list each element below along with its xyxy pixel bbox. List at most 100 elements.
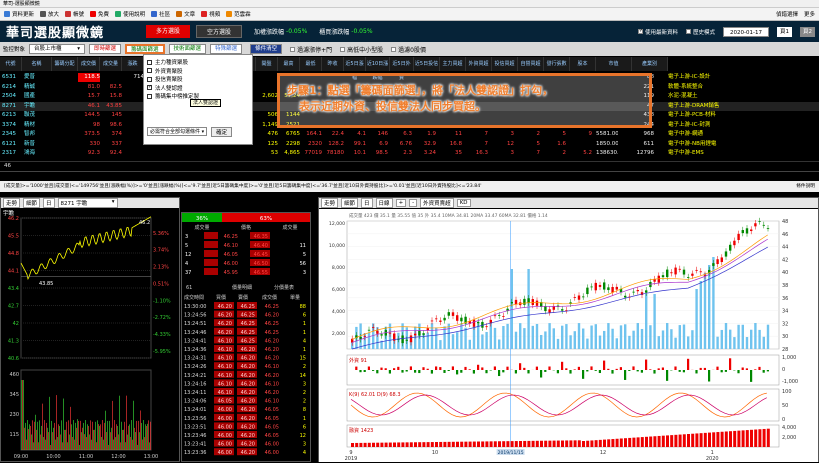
grid-header[interactable]: 代號 — [0, 57, 22, 71]
more-button[interactable]: 更多 — [804, 10, 815, 18]
table-row[interactable]: 6121新普33033712522982320128.299.16.96.763… — [0, 140, 819, 149]
match-mode-select[interactable]: 必需符合全部勾選條件 ▾ — [147, 127, 207, 136]
toolbar-label: 視頻 — [209, 10, 220, 18]
chip-filter-button[interactable]: 籌碼面篩選 — [125, 44, 165, 54]
kline-tab-day[interactable]: 日 — [361, 198, 373, 208]
grid-header[interactable]: 發行張數 — [544, 57, 570, 71]
grid-header[interactable]: 開盤 — [256, 57, 278, 71]
tick-price: 46.00 — [265, 442, 279, 448]
intraday-chart[interactable]: 46.245.544.844.143.442.74241.340.65.36%3… — [1, 210, 179, 462]
checkbox[interactable] — [147, 60, 152, 65]
grid-header[interactable]: 自營買超 — [518, 57, 544, 71]
tech-filter-button[interactable]: 技術面篩選 — [169, 44, 207, 54]
row-cell: 6.9 — [366, 140, 388, 149]
table-row[interactable]: 2345智邦373.53744766765164.122.44.11466.31… — [0, 130, 819, 139]
kline-period-select[interactable]: 日線 — [376, 198, 393, 208]
candle-body — [389, 333, 391, 334]
date-field[interactable]: 2020-01-17 — [723, 27, 769, 37]
table-row[interactable]: 2317鴻海92.392.4534,865770197818010.198.52… — [0, 149, 819, 158]
margin-bar — [490, 441, 493, 447]
candle-body — [372, 327, 374, 328]
filter-zero-checkbox[interactable]: 過濾0股價 — [391, 45, 426, 54]
tick-time: 13:24:41 — [184, 338, 206, 344]
tick-time: 13:24:36 — [184, 347, 206, 353]
clear-conditions-button[interactable]: 條件清空 — [250, 44, 282, 54]
margin-bar — [750, 430, 753, 447]
tick-bid: 46.20 — [218, 321, 232, 327]
volume-bar — [62, 442, 63, 450]
toolbar-home[interactable]: 資料更新 — [4, 10, 34, 18]
grid-header[interactable]: 近5日漲幅 — [344, 57, 366, 71]
filter-size-checkbox[interactable]: 高低中小型股 — [340, 45, 383, 54]
grid-header[interactable]: 外資買超 — [466, 57, 492, 71]
grid-header[interactable]: 籌碼分配 — [52, 57, 78, 71]
checkbox[interactable] — [147, 94, 152, 99]
grid-header[interactable]: 近5日投信 — [414, 57, 440, 71]
grid-header[interactable]: 漲跌 — [122, 57, 144, 71]
toolbar-forum[interactable]: 社區 — [151, 10, 170, 18]
volume-bar — [565, 324, 567, 349]
grid-header[interactable]: 股本 — [570, 57, 596, 71]
toolbar-zoom[interactable]: 放大 — [40, 10, 59, 18]
kline-indicator-select[interactable]: KD — [457, 199, 471, 207]
grid-header[interactable]: 最高 — [278, 57, 300, 71]
grid-header[interactable]: 昨收 — [322, 57, 344, 71]
margin-bar — [469, 442, 472, 447]
settings-button[interactable]: 偵錯選擇 — [776, 10, 798, 18]
toolbar-free[interactable]: 免費 — [90, 10, 109, 18]
special-filter-button[interactable]: 特殊篩選 — [210, 44, 242, 54]
intraday-tab-2[interactable]: 細節 — [23, 198, 40, 208]
grid-header[interactable]: 近10日漲跌幅 — [366, 57, 390, 71]
kline-tab-minus[interactable]: - — [409, 199, 417, 207]
page1-tab[interactable]: 頁1 — [777, 27, 792, 37]
long-select-button[interactable]: 多方選股 — [146, 25, 190, 38]
page2-tab[interactable]: 頁2 — [800, 27, 815, 37]
ok-button[interactable]: 確定 — [211, 127, 232, 137]
dropdown-item[interactable]: 法人雙認證 — [147, 84, 249, 93]
grid-header[interactable]: 成交量 — [100, 57, 122, 71]
kline-tab-trend[interactable]: 走勢 — [321, 198, 338, 208]
filter-limit-checkbox[interactable]: 過濾漲停+門 — [290, 45, 332, 54]
dropdown-item[interactable]: 投信賣聚股 — [147, 75, 249, 84]
intraday-tab-1[interactable]: 走勢 — [3, 198, 20, 208]
condition-help-link[interactable]: 條件說明 — [796, 181, 815, 192]
instant-filter-button[interactable]: 即時篩選 — [89, 44, 121, 54]
toolbar-help[interactable]: 使用說明 — [115, 10, 145, 18]
kline-tab-plus[interactable]: + — [396, 199, 407, 207]
grid-header[interactable]: 市值 — [596, 57, 632, 71]
short-select-button[interactable]: 空方選股 — [196, 25, 242, 38]
kline-mode-select[interactable]: 外資買賣超 — [420, 198, 454, 208]
grid-header[interactable]: 產業別 — [632, 57, 668, 71]
toolbar-vip[interactable]: 范雲霖 — [226, 10, 251, 18]
volume-bar — [729, 330, 731, 349]
grid-header[interactable]: 近5日外資 — [390, 57, 414, 71]
intraday-stock-select[interactable]: 8271 宇瞻▾ — [58, 198, 118, 208]
kline-tab-detail[interactable]: 細節 — [341, 198, 358, 208]
history-mode-checkbox[interactable]: 歷史模式 — [686, 28, 715, 36]
latest-data-checkbox[interactable]: 使用最新資料 — [638, 28, 678, 36]
checkbox[interactable] — [147, 77, 152, 82]
grid-header[interactable]: 主力買超 — [440, 57, 466, 71]
volume-bar — [515, 332, 517, 349]
row-cell: 77019 — [300, 149, 322, 158]
volume-bar — [737, 325, 739, 349]
toolbar-article[interactable]: 文章 — [176, 10, 195, 18]
toolbar-account[interactable]: 帳號 — [65, 10, 84, 18]
grid-header[interactable]: 名稱 — [22, 57, 52, 71]
foreign-bar — [578, 367, 580, 370]
grid-header[interactable]: 最低 — [300, 57, 322, 71]
checkbox[interactable] — [147, 68, 152, 73]
toolbar-video[interactable]: 視頻 — [201, 10, 220, 18]
group-select[interactable]: 台股上市櫃▾ — [29, 44, 85, 54]
kline-chart[interactable]: 成交量 423 價 35.1 量 35.55 值 35 外 35.4 10MA … — [319, 209, 818, 462]
intraday-tab-3[interactable]: 日 — [43, 198, 55, 208]
volume-bar — [124, 422, 125, 450]
tick-bid: 46.10 — [218, 381, 232, 387]
volume-bar — [519, 323, 521, 349]
dropdown-item[interactable]: 主力種資聚股 — [147, 58, 249, 67]
foreign-bar — [569, 370, 571, 374]
dropdown-item[interactable]: 外資賣聚股 — [147, 67, 249, 76]
grid-header[interactable]: 成交價 — [78, 57, 100, 71]
grid-header[interactable]: 投信買超 — [492, 57, 518, 71]
checkbox[interactable] — [147, 85, 152, 90]
